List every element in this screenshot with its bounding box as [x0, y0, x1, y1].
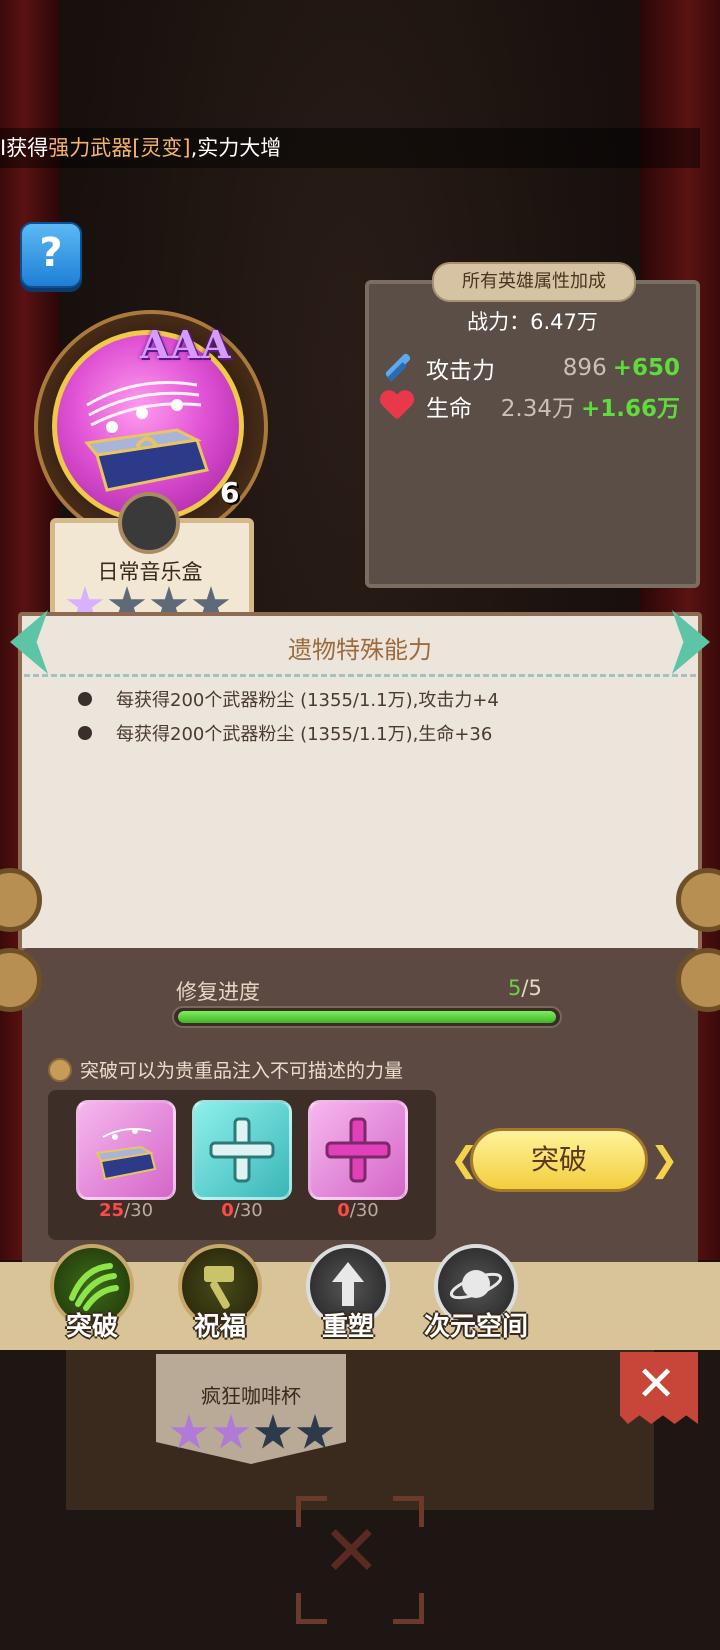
bullet-icon	[78, 726, 92, 740]
hint-text: 突破可以为贵重品注入不可描述的力量	[80, 1060, 404, 1082]
relic-grade: AAA	[140, 322, 232, 367]
material-have: 25	[98, 1200, 125, 1221]
repair-progress-fill	[178, 1011, 556, 1023]
close-icon: ✕	[636, 1356, 677, 1412]
ticker-text2: ,实力大增	[190, 136, 282, 160]
tab-breakthrough[interactable]: 突破	[44, 1244, 140, 1344]
breakthrough-hint: 突破可以为贵重品注入不可描述的力量	[48, 1056, 403, 1083]
sword-icon	[380, 351, 414, 385]
cross-icon	[192, 1100, 292, 1200]
stat-row-attack: 攻击力 896 +650	[380, 348, 680, 388]
star-icon	[212, 1414, 250, 1449]
next-relic-name: 疯狂咖啡杯	[201, 1384, 301, 1408]
stat-label: 生命	[426, 396, 472, 422]
next-relic-stars	[170, 1414, 340, 1452]
tab-label: 重塑	[321, 1312, 374, 1342]
power-value: 战力：6.47万	[467, 310, 598, 334]
material-slot[interactable]: 25/30	[76, 1100, 176, 1221]
material-count: 25/30	[76, 1200, 176, 1221]
music-box-icon	[76, 1100, 176, 1200]
material-count: 0/30	[308, 1200, 408, 1221]
question-icon: ?	[39, 230, 63, 276]
material-slot[interactable]: 0/30	[308, 1100, 408, 1221]
tab-reshape[interactable]: 重塑	[300, 1244, 396, 1344]
frame-corner	[393, 1593, 424, 1624]
coin-icon	[48, 1057, 72, 1082]
breakthrough-button[interactable]: 突破	[470, 1128, 648, 1192]
material-slot[interactable]: 0/30	[192, 1100, 292, 1221]
ticker-highlight: 强力武器[灵变]	[48, 136, 191, 160]
repair-value: 5/5	[508, 976, 542, 1000]
repair-label: 修复进度	[176, 980, 260, 1004]
repair-total: /5	[521, 976, 542, 1000]
frame-corner	[296, 1593, 327, 1624]
news-ticker: I获得强力武器[灵变],实力大增	[0, 128, 700, 168]
relic-level: 6	[220, 476, 240, 509]
tab-dimension-space[interactable]: 次元空间	[424, 1244, 528, 1344]
stat-bonus: +1.66万	[580, 396, 680, 422]
relic-name: 日常音乐盒	[97, 560, 203, 584]
chevron-right-icon: ❯	[650, 1140, 679, 1180]
attribute-panel-title: 所有英雄属性加成	[432, 262, 636, 302]
ability-item: 每获得200个武器粉尘 (1355/1.1万),生命+36	[78, 716, 678, 750]
material-need: /30	[349, 1200, 379, 1221]
material-count: 0/30	[192, 1200, 292, 1221]
ability-text: 每获得200个武器粉尘 (1355/1.1万),生命+36	[116, 724, 493, 745]
material-have: 0	[221, 1200, 234, 1221]
stat-bonus: +650	[612, 355, 680, 381]
heart-icon	[380, 391, 414, 421]
cross-icon	[308, 1100, 408, 1200]
stat-value: 2.34万	[500, 396, 575, 422]
ability-item: 每获得200个武器粉尘 (1355/1.1万),攻击力+4	[78, 682, 678, 716]
star-icon	[296, 1414, 334, 1449]
material-need: /30	[233, 1200, 263, 1221]
stat-label: 攻击力	[426, 358, 495, 384]
ability-title: 遗物特殊能力	[288, 636, 432, 664]
bullet-icon	[78, 692, 92, 706]
material-have: 0	[337, 1200, 350, 1221]
tab-label: 突破	[65, 1312, 118, 1342]
empty-slot-icon: ✕	[322, 1510, 381, 1592]
ticker-text1: 获得	[6, 136, 49, 160]
tab-label: 次元空间	[423, 1312, 528, 1342]
star-icon	[170, 1414, 208, 1449]
frame-corner	[393, 1496, 424, 1527]
ability-text: 每获得200个武器粉尘 (1355/1.1万),攻击力+4	[116, 690, 499, 711]
name-card-knob	[118, 492, 180, 554]
help-button[interactable]: ?	[20, 222, 82, 288]
bottom-stage	[66, 1350, 654, 1510]
stat-value: 896	[562, 355, 607, 381]
tab-blessing[interactable]: 祝福	[172, 1244, 268, 1344]
star-icon	[254, 1414, 292, 1449]
repair-current: 5	[508, 976, 522, 1000]
stat-row-hp: 生命 2.34万 +1.66万	[380, 386, 680, 426]
material-need: /30	[124, 1200, 154, 1221]
tab-label: 祝福	[193, 1312, 246, 1342]
